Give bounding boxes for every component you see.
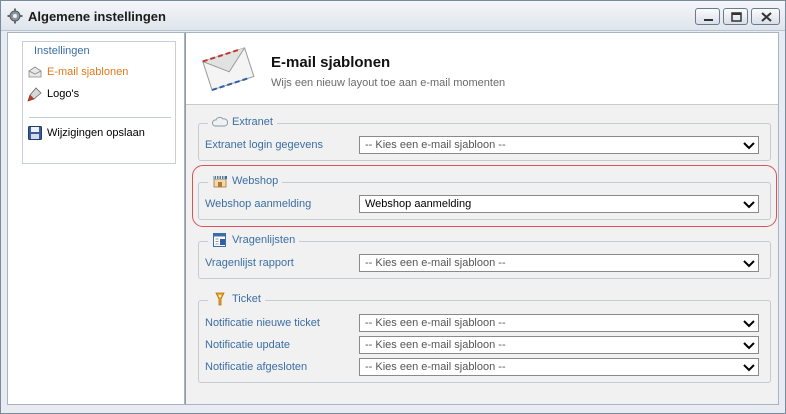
page-subtitle: Wijs een nieuw layout toe aan e-mail mom…	[271, 77, 506, 89]
gear-icon	[7, 8, 23, 24]
form-icon	[213, 233, 226, 247]
chevron-down-icon	[743, 260, 755, 268]
maximize-button[interactable]	[723, 8, 748, 25]
ticket-icon	[215, 292, 225, 306]
main-content: E-mail sjablonen Wijs een nieuw layout t…	[185, 32, 779, 405]
maximize-icon	[731, 12, 742, 22]
field-label: Notificatie afgesloten	[205, 361, 308, 373]
close-button[interactable]	[751, 8, 780, 25]
minimize-icon	[704, 19, 713, 21]
envelope-icon	[202, 47, 255, 91]
field-label: Notificatie update	[205, 339, 290, 351]
ticket-new-select[interactable]: -- Kies een e-mail sjabloon --	[359, 314, 759, 332]
sidebar-item-email-templates[interactable]: E-mail sjablonen	[27, 63, 173, 81]
sidebar-item-save-changes[interactable]: Wijzigingen opslaan	[27, 124, 173, 142]
save-icon	[28, 126, 42, 140]
sidebar-item-logos[interactable]: Logo's	[27, 85, 173, 103]
section-legend-label: Ticket	[232, 293, 261, 305]
select-value: -- Kies een e-mail sjabloon --	[365, 361, 506, 373]
chevron-down-icon	[743, 342, 755, 350]
select-value: -- Kies een e-mail sjabloon --	[365, 139, 506, 151]
form-row: Extranet login gegevens -- Kies een e-ma…	[205, 136, 765, 154]
page-title: E-mail sjablonen	[271, 54, 391, 71]
section-extranet: Extranet Extranet login gegevens -- Kies…	[198, 115, 771, 161]
cloud-icon	[212, 116, 228, 127]
section-legend: Extranet	[208, 115, 277, 129]
select-value: -- Kies een e-mail sjabloon --	[365, 317, 506, 329]
field-label: Vragenlijst rapport	[205, 257, 294, 269]
chevron-down-icon	[743, 364, 755, 372]
chevron-down-icon	[743, 142, 755, 150]
questionnaire-report-select[interactable]: -- Kies een e-mail sjabloon --	[359, 254, 759, 272]
title-bar: Algemene instellingen	[1, 1, 785, 31]
page-header: E-mail sjablonen Wijs een nieuw layout t…	[186, 33, 778, 105]
sidebar-item-label: Logo's	[47, 88, 80, 100]
section-legend: Ticket	[208, 292, 265, 306]
settings-panel: Instellingen E-mail sjablonen Logo's Wij…	[22, 41, 176, 164]
select-value: -- Kies een e-mail sjabloon --	[365, 339, 506, 351]
sidebar-item-label: Wijzigingen opslaan	[47, 127, 145, 139]
section-ticket: Ticket Notificatie nieuwe ticket -- Kies…	[198, 292, 771, 383]
section-legend-label: Extranet	[232, 116, 273, 128]
sidebar-item-label: E-mail sjablonen	[47, 66, 129, 78]
minimize-button[interactable]	[695, 8, 720, 25]
field-label: Notificatie nieuwe ticket	[205, 317, 320, 329]
chevron-down-icon	[743, 320, 755, 328]
field-label: Extranet login gegevens	[205, 139, 324, 151]
ticket-closed-select[interactable]: -- Kies een e-mail sjabloon --	[359, 358, 759, 376]
ticket-update-select[interactable]: -- Kies een e-mail sjabloon --	[359, 336, 759, 354]
form-row: Notificatie afgesloten -- Kies een e-mai…	[205, 358, 765, 376]
select-value: -- Kies een e-mail sjabloon --	[365, 257, 506, 269]
window-title: Algemene instellingen	[28, 9, 166, 24]
section-questionnaires: Vragenlijsten Vragenlijst rapport -- Kie…	[198, 233, 771, 279]
sidebar-group-title: Instellingen	[34, 45, 90, 57]
settings-window: Algemene instellingen Instellingen E-mai…	[0, 0, 786, 414]
highlight-outline	[192, 165, 777, 227]
form-row: Notificatie nieuwe ticket -- Kies een e-…	[205, 314, 765, 332]
sidebar-divider	[29, 117, 171, 118]
section-legend: Vragenlijsten	[208, 233, 300, 247]
brush-icon	[27, 87, 42, 102]
form-row: Notificatie update -- Kies een e-mail sj…	[205, 336, 765, 354]
email-icon	[28, 66, 42, 78]
section-legend-label: Vragenlijsten	[232, 234, 296, 246]
close-icon	[761, 12, 772, 22]
sidebar: Instellingen E-mail sjablonen Logo's Wij…	[7, 32, 185, 405]
extranet-login-select[interactable]: -- Kies een e-mail sjabloon --	[359, 136, 759, 154]
form-row: Vragenlijst rapport -- Kies een e-mail s…	[205, 254, 765, 272]
